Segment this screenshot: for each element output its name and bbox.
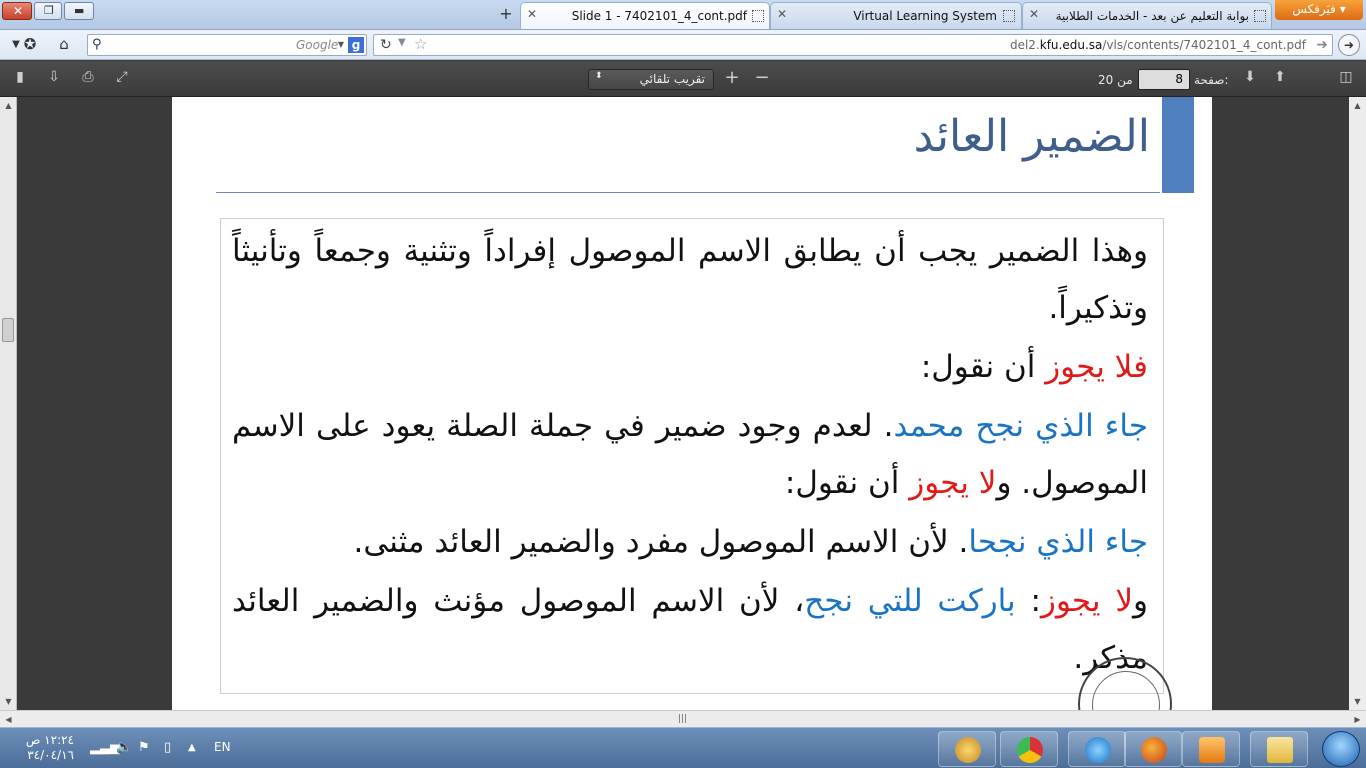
search-engine-dropdown-icon[interactable]: ▼ [338,40,344,49]
chevron-updown-icon: ⬍ [595,71,603,81]
chrome-taskbar-icon[interactable] [1000,731,1058,767]
scroll-down-icon[interactable]: ▼ [1349,693,1366,710]
tab-label: Virtual Learning System [853,9,997,23]
pdf-toolbar: ▮ ⇩ ⎙ ⤢ ⬍ تقريب تلقائي + − من 20 8 صفحة:… [0,61,1366,97]
blue-example: جاء الذي نجحا [968,524,1148,560]
slide-body: وهذا الضمير يجب أن يطابق الاسم الموصول إ… [232,223,1148,689]
ie-taskbar-icon[interactable] [1068,731,1126,767]
tab-virtual-learning[interactable]: ✕ Virtual Learning System [770,2,1022,29]
back-button[interactable]: ➜ [1338,34,1360,56]
tab-distance-learning-portal[interactable]: ✕ بوابة التعليم عن بعد - الخدمات الطلابي… [1022,2,1272,29]
red-phrase: لا يجوز [909,465,997,501]
bookmark-star-icon[interactable]: ☆ [414,35,427,53]
scroll-right-icon[interactable]: ▶ [1349,711,1366,728]
scroll-up-icon[interactable]: ▲ [1349,97,1366,114]
zoom-out-button[interactable]: − [752,67,772,88]
blue-example: باركت للتي نجح [804,583,1016,619]
clock[interactable]: ١٢:٢٤ ص ٣٤/٠٤/١٦ [10,733,74,763]
paragraph: فلا يجوز أن نقول: [920,349,1148,385]
navigation-bar: ▼ ✪ ⌂ ⚲ Google ▼ g ↻ ▼ ☆ del2.kfu.edu.sa… [0,30,1366,60]
tab-close-icon[interactable]: ✕ [777,7,787,21]
explorer-taskbar-icon[interactable] [1250,731,1308,767]
language-indicator[interactable]: EN [214,740,231,754]
blue-example: جاء الذي نجح محمد [893,408,1148,444]
page-icon [1254,10,1266,22]
next-page-icon[interactable]: ⬇ [1240,69,1260,89]
google-icon: g [348,37,364,53]
download-icon[interactable]: ⇩ [44,69,64,89]
scroll-thumb[interactable] [2,318,14,342]
fullscreen-icon[interactable]: ⤢ [112,69,132,89]
red-phrase: لا يجوز [1040,583,1133,619]
paragraph: جاء الذي نجح محمد. لعدم وجود ضمير في جمل… [232,408,1148,501]
taskbar: ١٢:٢٤ ص ٣٤/٠٤/١٦ ▂▃▅ 🔈 ⚑ ▯ ▲ EN [0,727,1366,768]
volume-icon[interactable]: 🔈 [116,740,132,755]
page-label: صفحة: [1194,73,1229,87]
zoom-value: تقريب تلقائي [639,72,705,86]
window-minimize-button[interactable]: ▬ [64,2,94,20]
paragraph: ولا يجوز: باركت للتي نجح، لأن الاسم المو… [232,583,1148,676]
right-scrollbar[interactable]: ▲ ▼ [1349,97,1366,710]
firefox-menu-button[interactable]: فيَرفكس ▾ [1275,0,1363,20]
paragraph: جاء الذي نجحا. لأن الاسم الموصول مفرد وا… [353,524,1148,560]
title-divider [216,192,1160,193]
pdf-page: الضمير العائد وهذا الضمير يجب أن يطابق ا… [172,97,1212,751]
scroll-up-icon[interactable]: ▲ [0,97,17,114]
url-bar[interactable]: ↻ ▼ ☆ del2.kfu.edu.sa/vls/contents/74021… [373,34,1333,56]
firefox-taskbar-icon[interactable] [1124,731,1182,767]
tab-label: بوابة التعليم عن بعد - الخدمات الطلابية [1055,9,1249,23]
zoom-select[interactable]: ⬍ تقريب تلقائي [588,69,714,90]
previous-page-icon[interactable]: ⬆ [1270,69,1290,89]
window-close-button[interactable]: ✕ [2,2,32,20]
page-icon [1003,10,1015,22]
go-arrow-icon[interactable]: ➜ [1316,37,1328,53]
left-scrollbar[interactable]: ▲ ▼ [0,97,17,710]
bookmark-star-icon[interactable]: ✪ [20,35,40,55]
paragraph: وهذا الضمير يجب أن يطابق الاسم الموصول إ… [232,233,1148,326]
page-icon [752,10,764,22]
sidebar-toggle-icon[interactable]: ◫ [1336,69,1356,89]
home-icon[interactable]: ⌂ [54,35,74,55]
minimize-icon: ▬ [74,4,85,17]
red-phrase: فلا يجوز [1045,349,1148,385]
tab-slide-pdf[interactable]: ✕ Slide 1 - 7402101_4_cont.pdf [520,2,770,29]
battery-icon[interactable]: ▯ [164,740,171,755]
show-hidden-icons[interactable]: ▲ [188,742,196,753]
scroll-down-icon[interactable]: ▼ [0,693,17,710]
close-icon: ✕ [13,4,24,18]
start-button[interactable] [1322,731,1360,767]
print-icon[interactable]: ⎙ [78,69,98,89]
browser-titlebar: ✕ ❐ ▬ + ✕ Slide 1 - 7402101_4_cont.pdf ✕… [0,0,1366,30]
scroll-left-icon[interactable]: ◀ [0,711,17,728]
new-tab-button[interactable]: + [494,4,518,26]
bookmark-icon[interactable]: ▮ [10,69,30,89]
pdf-viewer: ▲ ▼ الضمير العائد وهذا الضمير يجب أن يطا… [0,97,1366,751]
slide-title: الضمير العائد [913,111,1150,162]
search-placeholder: Google [296,38,339,52]
window-restore-button[interactable]: ❐ [34,2,62,20]
horizontal-scrollbar[interactable]: ◀ ||| ▶ [0,710,1366,727]
clock-date: ٣٤/٠٤/١٦ [27,748,74,762]
restore-icon: ❐ [44,4,54,17]
tab-label: Slide 1 - 7402101_4_cont.pdf [571,9,747,23]
search-icon: ⚲ [92,37,102,52]
reload-icon[interactable]: ↻ [380,37,392,53]
url-text: del2.kfu.edu.sa/vls/contents/7402101_4_c… [1009,38,1306,52]
search-input[interactable]: ⚲ Google ▼ g [87,34,367,56]
dropdown-icon[interactable]: ▼ [398,37,406,48]
tab-close-icon[interactable]: ✕ [527,7,537,21]
zoom-in-button[interactable]: + [722,67,742,88]
paint-taskbar-icon[interactable] [938,731,996,767]
page-number-input[interactable]: 8 [1138,69,1190,90]
scroll-grip-icon[interactable]: ||| [678,714,687,724]
media-player-taskbar-icon[interactable] [1182,731,1240,767]
clock-time: ١٢:٢٤ ص [25,733,74,747]
tab-close-icon[interactable]: ✕ [1029,7,1039,21]
title-accent-bar [1162,97,1194,193]
page-total: من 20 [1098,73,1133,87]
flag-icon[interactable]: ⚑ [138,740,150,755]
